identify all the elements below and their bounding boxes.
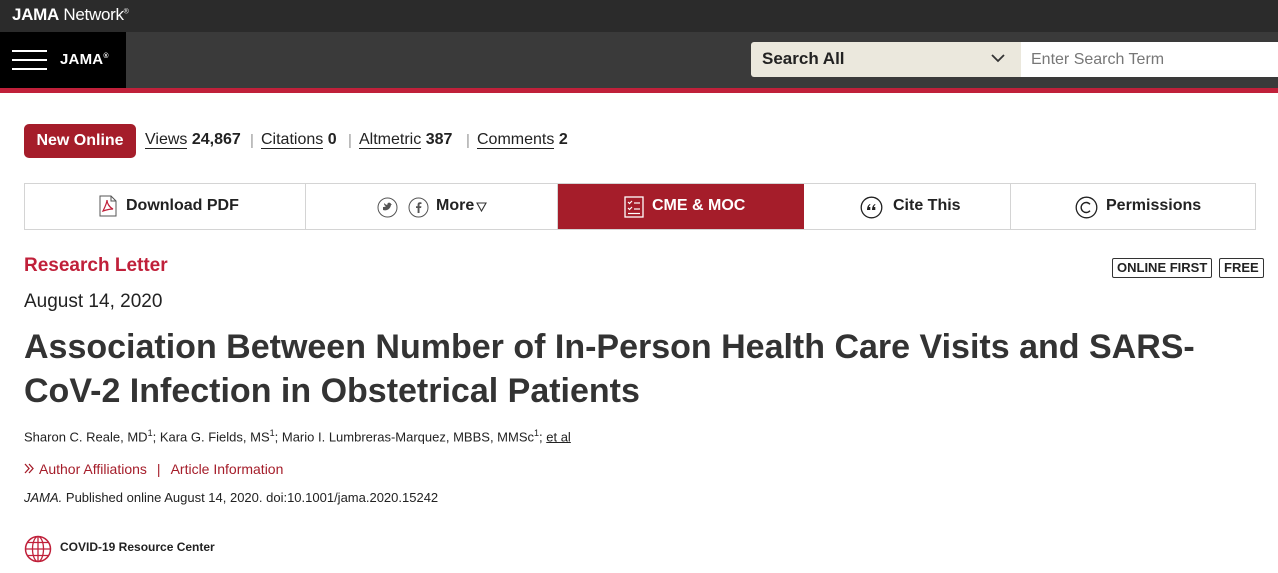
menu-block: JAMA® [0,32,126,88]
comments-label: Comments [477,131,555,149]
divider: | [466,132,470,149]
cite-this-label: Cite This [893,197,961,214]
citation-line: JAMA. Published online August 14, 2020. … [24,490,438,505]
altmetric-stat[interactable]: Altmetric 387 [359,131,452,149]
jama-journal-logo[interactable]: JAMA® [60,51,109,68]
author-separator: ; [274,429,282,445]
facebook-icon[interactable] [408,197,429,218]
more-button[interactable]: More [436,197,474,215]
new-online-badge: New Online [24,124,136,158]
citations-value: 0 [327,131,337,148]
publication-date: August 14, 2020 [24,291,163,312]
brand-rest: Network [58,5,124,24]
header-accent-line [0,88,1278,93]
author-list: Sharon C. Reale, MD1; Kara G. Fields, MS… [24,428,571,444]
share-more-group: More [306,184,558,229]
citation-details: Published online August 14, 2020. doi:10… [62,490,439,505]
brand-bold: JAMA [12,5,59,24]
brand-trademark: ® [123,8,129,16]
altmetric-label: Altmetric [359,131,422,149]
jama-logo-text: JAMA [60,51,104,68]
author-name[interactable]: Mario I. Lumbreras-Marquez, MBBS, MMSc [282,429,534,444]
checklist-icon [624,196,644,218]
comments-value: 2 [558,131,568,148]
citations-stat[interactable]: Citations 0 [261,131,337,149]
network-topbar: JAMA Network® [0,0,1278,32]
search-input[interactable] [1021,42,1278,77]
et-al-link[interactable]: et al [546,429,571,444]
cme-moc-button[interactable]: CME & MOC [558,184,804,229]
comments-stat[interactable]: Comments 2 [477,131,568,149]
search-scope-select[interactable]: Search All [751,42,1021,77]
covid-resource-center-link[interactable]: COVID-19 Resource Center [24,535,324,563]
author-affiliations-link[interactable]: Author Affiliations [39,461,147,477]
views-stat[interactable]: Views 24,867 [145,131,241,149]
search-scope-label: Search All [762,49,845,68]
free-badge: FREE [1219,258,1264,278]
download-pdf-button[interactable]: Download PDF [25,184,306,229]
divider: | [348,132,352,149]
divider: | [250,132,254,149]
globe-icon [24,535,52,563]
author-name[interactable]: Sharon C. Reale, MD [24,429,148,444]
jama-logo-mark: ® [103,53,109,60]
article-type[interactable]: Research Letter [24,255,168,277]
pdf-file-icon [99,195,117,217]
jama-network-logo[interactable]: JAMA Network® [12,5,129,25]
chevron-down-icon [991,54,1005,63]
hamburger-menu-icon[interactable] [12,48,47,72]
divider: | [156,461,161,477]
caret-down-icon [476,202,487,212]
online-first-badge: ONLINE FIRST [1112,258,1213,278]
resource-center-label: COVID-19 Resource Center [60,540,215,554]
permissions-label: Permissions [1106,197,1202,214]
more-label: More [436,197,475,214]
article-title: Association Between Number of In-Person … [24,328,1195,410]
author-name[interactable]: Kara G. Fields, MS [160,429,270,444]
author-separator: ; [152,429,160,445]
cite-this-button[interactable]: Cite This [804,184,1011,229]
twitter-icon[interactable] [377,197,398,218]
views-label: Views [145,131,188,149]
article-toolbar: Download PDF More CME & MOC Cite This Pe… [24,183,1256,230]
copyright-icon [1075,196,1098,219]
download-pdf-label: Download PDF [126,197,239,214]
journal-navbar: JAMA® Search All [0,32,1278,88]
permissions-button[interactable]: Permissions [1011,184,1255,229]
citations-label: Citations [261,131,324,149]
views-value: 24,867 [191,131,241,148]
altmetric-value: 387 [425,131,453,148]
citation-journal: JAMA. [24,490,63,505]
cme-moc-label: CME & MOC [652,197,746,214]
quote-icon [860,196,883,219]
article-information-link[interactable]: Article Information [171,461,284,477]
affiliation-links: Author Affiliations | Article Information [24,461,283,477]
double-chevron-right-icon [24,461,35,477]
article-metrics: New Online Views 24,867 | Citations 0 | … [24,124,724,158]
